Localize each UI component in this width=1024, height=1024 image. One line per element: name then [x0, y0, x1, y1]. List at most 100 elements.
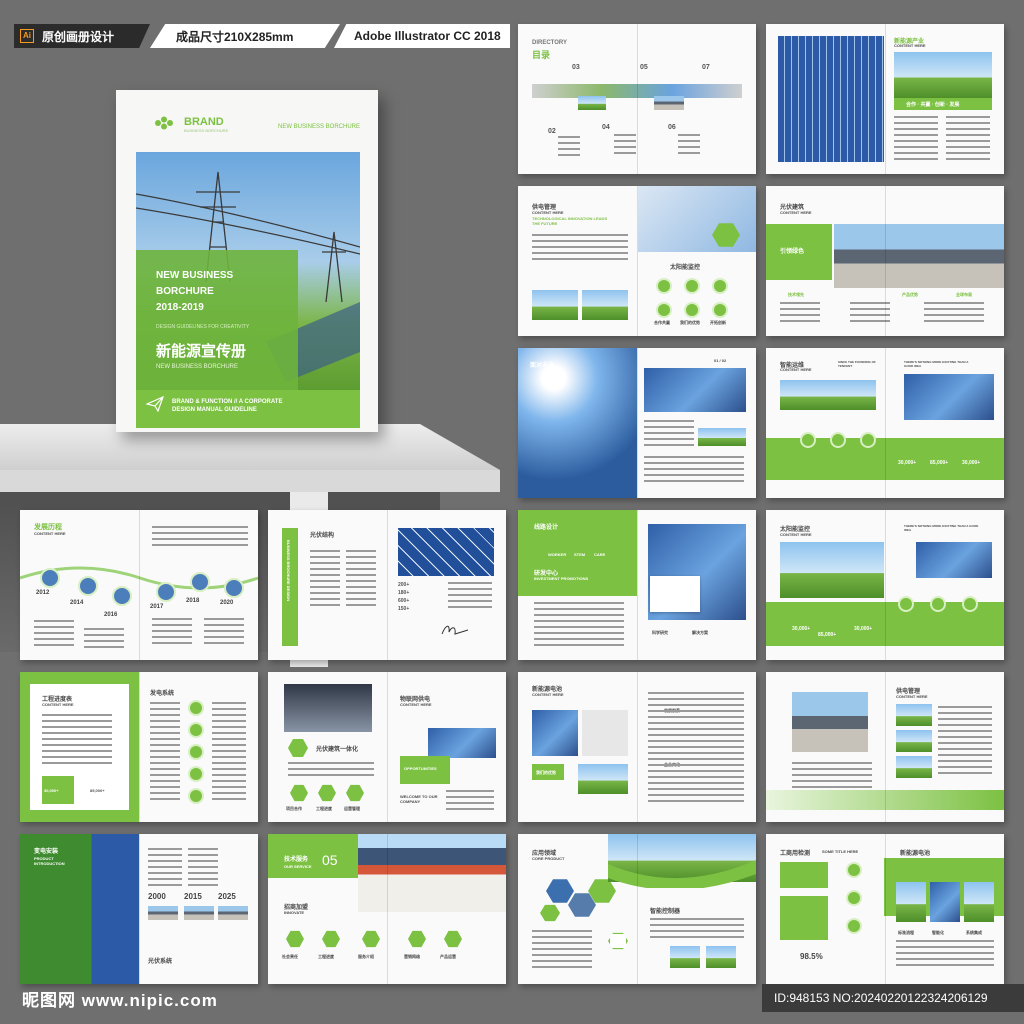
- spread-subtitle: CONTENT HERE: [780, 532, 812, 537]
- stat-value: 85,000+: [90, 788, 105, 793]
- page-number: 01 / 02: [714, 358, 727, 363]
- green-band: [766, 790, 1004, 810]
- flow-node: [188, 722, 204, 738]
- spread-history: 发展历程 CONTENT HERE 2012 2014 2016 2017 20…: [20, 510, 258, 660]
- stat-value: 600+: [398, 598, 410, 604]
- field-photo: [698, 428, 746, 446]
- spread-tag: THERE'S NOTHING MORE EXCITING THAN A GOO…: [904, 524, 979, 532]
- field-photo: [582, 290, 628, 320]
- spread-tech-service: 技术服务 05 OUR SERVICE 招商加盟 INNOVATE 社会责任 工…: [268, 834, 506, 984]
- cover-brand-sub: BUSINESS BORCHURE: [184, 128, 229, 133]
- header-tag-original-label: 原创画册设计: [42, 29, 115, 44]
- timeline-node: [40, 568, 60, 588]
- body-text: [150, 702, 180, 802]
- feature-label: 技术领先: [788, 292, 804, 297]
- spread-subtitle: CONTENT HERE: [780, 210, 812, 215]
- green-block-label: 引领绿色: [780, 249, 805, 255]
- server-room-photo: [284, 684, 372, 732]
- cover-title-line-3: 2018-2019: [156, 302, 204, 313]
- body-text: [644, 420, 694, 448]
- thumb-photo: [896, 704, 932, 726]
- body-text: [792, 762, 872, 788]
- feature-icon: [846, 862, 862, 878]
- thumb-photo: [148, 906, 178, 920]
- directory-cn: 目录: [532, 50, 551, 60]
- feature-label: 我们的优势: [536, 770, 556, 775]
- spread-new-energy-industry: 新能源产业 CONTENT HERE 合作 · 共赢 · 创新 · 发展: [766, 24, 1004, 174]
- spread-future: 面对未来 01 / 02: [518, 348, 756, 498]
- spread-tag: TECHNOLOGICAL INNOVATION LEADS THE FUTUR…: [532, 216, 608, 226]
- stat-value: 30,000+: [792, 626, 811, 632]
- spread-subtitle: CONTENT HERE: [42, 702, 74, 707]
- directory-text: [614, 134, 636, 154]
- flow-node: [188, 744, 204, 760]
- body-text: [212, 702, 246, 802]
- solar-photo: [428, 728, 496, 758]
- stat-value: 30,000+: [854, 626, 873, 632]
- timeline-year: 2018: [186, 598, 200, 604]
- directory-num-07: 07: [702, 64, 710, 71]
- header-tag-original: Ai 原创画册设计: [14, 24, 150, 48]
- feature-label: 我们的优势: [680, 320, 700, 325]
- cover-function-line-2: DESIGN MANUAL GUIDELINE: [172, 407, 257, 413]
- stat-value: 180+: [398, 590, 410, 596]
- spread-right-title: 发电系统: [150, 691, 175, 697]
- feature-label: 项目合作: [286, 806, 302, 811]
- spread-subtitle: CORE PRODUCT: [532, 856, 565, 861]
- stat-value: 30,000+: [962, 460, 981, 466]
- feature-icon: [712, 278, 728, 294]
- spread-smart-maintenance: 智能运维 CONTENT HERE SINCE THE FOUNDING OF …: [766, 348, 1004, 498]
- feature-label: 解决方案: [692, 630, 708, 635]
- body-text: [650, 918, 744, 940]
- stat-value: 30,000+: [44, 788, 59, 793]
- thumb-photo: [896, 882, 926, 922]
- feature-icon: [846, 890, 862, 906]
- spread-pv-building: 光伏建筑 CONTENT HERE 引领绿色 技术领先 产品优势 全球布局: [766, 186, 1004, 336]
- cover-function-line-1: BRAND & FUNCTION // A CORPORATE: [172, 399, 283, 405]
- hex-photo: [546, 879, 574, 903]
- feature-icon: [860, 432, 876, 448]
- body-text: [34, 620, 74, 650]
- directory-thumb: [578, 96, 606, 110]
- stat-value: 150+: [398, 606, 410, 612]
- green-subtitle-en: INVESTMENT PROMOTIONS: [534, 576, 589, 581]
- spread-subtitle: CONTENT HERE: [532, 210, 564, 215]
- spread-right-title: 太阳能监控: [670, 265, 701, 271]
- body-text: [946, 116, 990, 160]
- timeline-node: [78, 576, 98, 596]
- house-photo: [834, 224, 1004, 288]
- feature-label: 服务介绍: [358, 954, 374, 959]
- directory-text: [558, 136, 580, 156]
- spread-title: 技术服务: [284, 857, 309, 863]
- flow-node: [188, 788, 204, 804]
- stat-value: 200+: [398, 582, 410, 588]
- cover-top-right: NEW BUSINESS BORCHURE: [277, 124, 360, 130]
- body-text: [894, 116, 938, 160]
- spread-directory: DIRECTORY 目录 03 05 07 02 04 06: [518, 24, 756, 174]
- cover-guideline: DESIGN GUIDELINES FOR CREATIVITY: [156, 324, 250, 330]
- directory-strip: [532, 84, 742, 98]
- spread-pv-structure: BUSINESS BROCHURE DESIGN 光伏结构 200+ 180+ …: [268, 510, 506, 660]
- spread-power-management: 供电管理 CONTENT HERE TECHNOLOGICAL INNOVATI…: [518, 186, 756, 336]
- feature-label: 产品运营: [440, 954, 456, 959]
- body-text: [532, 234, 628, 264]
- body-text: [448, 582, 492, 612]
- spread-subtitle: CONTENT HERE: [896, 694, 928, 699]
- spread-project-schedule: 工程进度表 CONTENT HERE 30,000+ 85,000+ 发电系统: [20, 672, 258, 822]
- spread-subtitle: PRODUCT INTRODUCTION: [34, 856, 65, 866]
- body-text: [84, 628, 124, 650]
- feature-icon: [898, 596, 914, 612]
- timeline-node: [224, 578, 244, 598]
- band-text: 合作 · 共赢 · 创新 · 发展: [906, 102, 960, 108]
- body-text: [310, 550, 340, 610]
- timeline-year: 2017: [150, 604, 164, 610]
- feature-icon: [656, 302, 672, 318]
- cover-cn-title: 新能源宣传册: [156, 343, 247, 360]
- thumb-photo: [218, 906, 248, 920]
- paper-plane-icon: [146, 396, 164, 412]
- directory-thumb: [654, 96, 684, 110]
- feature-icon: [444, 930, 462, 948]
- chapter-number: 05: [322, 852, 338, 868]
- directory-label: DIRECTORY: [532, 40, 568, 46]
- body-text: [534, 602, 624, 646]
